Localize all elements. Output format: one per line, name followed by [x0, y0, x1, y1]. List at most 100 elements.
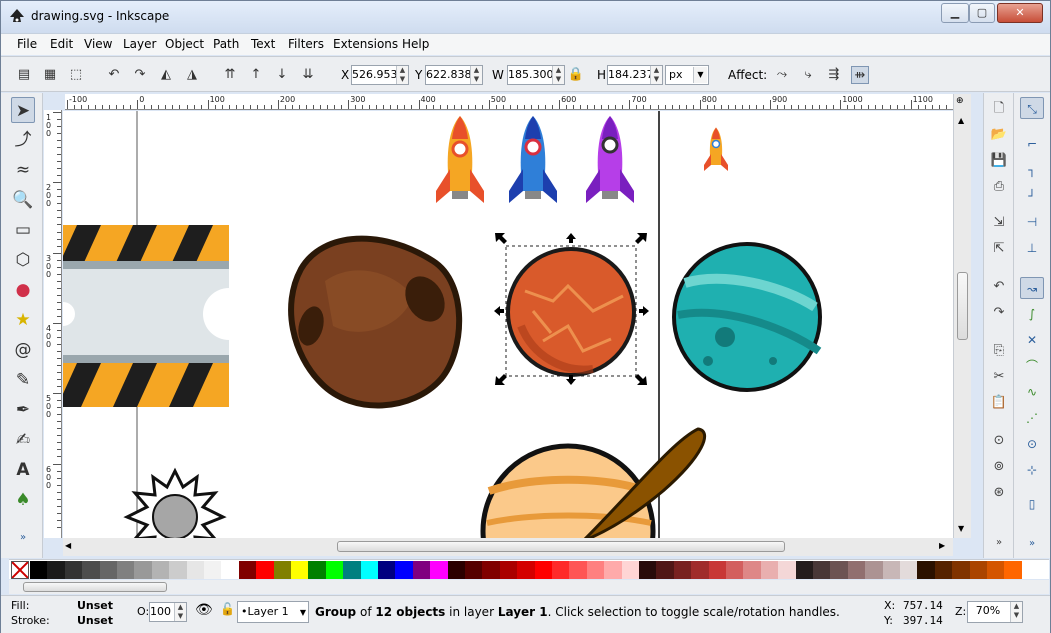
color-swatch[interactable] [726, 561, 744, 579]
color-swatch[interactable] [169, 561, 188, 579]
close-button[interactable]: ✕ [997, 3, 1043, 23]
color-swatch[interactable] [586, 561, 605, 579]
color-swatch[interactable] [47, 561, 66, 579]
color-swatch[interactable] [691, 561, 710, 579]
undo-icon[interactable]: ↶ [989, 277, 1009, 297]
ellipse-tool-icon[interactable]: ● [11, 277, 35, 303]
color-swatch[interactable] [134, 561, 153, 579]
h-stepper-icon[interactable]: ▲ ▼ [650, 66, 662, 84]
snap-bbox-midpoint-icon[interactable]: ⊣ [1020, 211, 1044, 233]
node-tool-icon[interactable]: ⤴ [11, 127, 35, 153]
palette-scrollbar[interactable] [9, 580, 1049, 594]
menu-help[interactable]: Help [402, 37, 429, 51]
opacity-field[interactable]: 100 ▲ ▼ [149, 602, 187, 622]
deselect-icon[interactable]: ⬚ [67, 66, 85, 84]
color-swatch[interactable] [99, 561, 118, 579]
export-icon[interactable]: ⇱ [989, 239, 1009, 259]
pen-tool-icon[interactable]: ✒ [11, 397, 35, 423]
move-patterns-icon[interactable]: ⇻ [851, 66, 869, 84]
vertical-scrollbar[interactable]: ⊕ ▲ ▼ [953, 94, 971, 538]
color-swatch[interactable] [795, 561, 814, 579]
snap-bbox-icon[interactable]: ⌐ [1020, 133, 1044, 155]
zoom-drawing-icon[interactable]: ⊚ [989, 457, 1009, 477]
snap-bbox-corner-icon[interactable]: ┘ [1020, 185, 1044, 207]
text-tool-icon[interactable]: A [11, 457, 35, 483]
color-swatch[interactable] [343, 561, 362, 579]
w-stepper-icon[interactable]: ▲ ▼ [552, 66, 564, 84]
color-swatch[interactable] [778, 561, 797, 579]
unit-select[interactable]: px ▼ [665, 65, 709, 85]
menu-edit[interactable]: Edit [50, 37, 73, 51]
scroll-down-icon[interactable]: ▼ [958, 524, 964, 533]
color-swatch[interactable] [291, 561, 309, 579]
color-swatch[interactable] [847, 561, 866, 579]
menu-text[interactable]: Text [251, 37, 275, 51]
color-swatch[interactable] [934, 561, 953, 579]
color-swatch[interactable] [969, 561, 988, 579]
snap-center-icon[interactable]: ⊙ [1020, 433, 1044, 455]
new-document-icon[interactable]: 🗋 [989, 99, 1009, 119]
scale-stroke-icon[interactable]: ⤳ [773, 66, 791, 84]
scroll-up-icon[interactable]: ▲ [958, 116, 964, 125]
color-swatch[interactable] [204, 561, 222, 579]
color-swatch[interactable] [865, 561, 884, 579]
scale-corners-icon[interactable]: ⤷ [799, 66, 817, 84]
color-swatch[interactable] [900, 561, 918, 579]
move-gradients-icon[interactable]: ⇶ [825, 66, 843, 84]
color-swatch[interactable] [117, 561, 135, 579]
color-swatch[interactable] [30, 561, 48, 579]
lower-to-bottom-icon[interactable]: ⇊ [299, 66, 317, 84]
zoom-tool-icon[interactable]: 🔍 [11, 187, 35, 213]
color-swatch[interactable] [360, 561, 379, 579]
horizontal-scrollbar[interactable]: ◀ ▶ [63, 538, 953, 556]
color-swatch[interactable] [708, 561, 727, 579]
color-swatch[interactable] [1004, 561, 1023, 579]
color-swatch[interactable] [186, 561, 205, 579]
zoom-selection-icon[interactable]: ⊙ [989, 431, 1009, 451]
raise-icon[interactable]: ↑ [247, 66, 265, 84]
color-swatch[interactable] [517, 561, 536, 579]
flip-vertical-icon[interactable]: ◮ [183, 66, 201, 84]
lower-icon[interactable]: ↓ [273, 66, 291, 84]
layer-select[interactable]: •Layer 1 ▼ [237, 601, 309, 623]
star-tool-icon[interactable]: ★ [11, 307, 35, 333]
lock-ratio-icon[interactable]: 🔒 [567, 66, 585, 84]
y-field[interactable]: 622.838 ▲ ▼ [425, 65, 483, 85]
redo-icon[interactable]: ↷ [989, 303, 1009, 323]
open-icon[interactable]: 📂 [989, 125, 1009, 145]
zoom-page-icon[interactable]: ⊛ [989, 483, 1009, 503]
color-swatch[interactable] [987, 561, 1005, 579]
color-swatch[interactable] [256, 561, 275, 579]
save-icon[interactable]: 💾 [989, 151, 1009, 171]
color-swatch[interactable] [64, 561, 83, 579]
more-tools-icon[interactable]: » [11, 525, 35, 551]
color-swatch[interactable] [465, 561, 483, 579]
more-snap-icon[interactable]: » [1020, 533, 1044, 555]
snap-enable-icon[interactable]: ⤡ [1020, 97, 1044, 119]
snap-bbox-edge-icon[interactable]: ┐ [1020, 159, 1044, 181]
color-swatch[interactable] [621, 561, 640, 579]
color-swatch[interactable] [604, 561, 623, 579]
tweak-tool-icon[interactable]: ≈ [11, 157, 35, 183]
x-stepper-icon[interactable]: ▲ ▼ [396, 66, 408, 84]
snap-page-icon[interactable]: ▯ [1020, 493, 1044, 515]
color-swatch[interactable] [378, 561, 396, 579]
w-field[interactable]: 185.300 ▲ ▼ [507, 65, 565, 85]
selector-tool-icon[interactable]: ➤ [11, 97, 35, 123]
raise-to-top-icon[interactable]: ⇈ [221, 66, 239, 84]
zoom-fit-icon[interactable]: ⊕ [956, 96, 964, 106]
maximize-button[interactable]: ▢ [969, 3, 995, 23]
no-paint-swatch[interactable] [11, 561, 29, 579]
snap-bbox-center-icon[interactable]: ⊥ [1020, 237, 1044, 259]
stroke-value[interactable]: Unset [77, 614, 113, 627]
color-swatch[interactable] [82, 561, 101, 579]
color-swatch[interactable] [395, 561, 414, 579]
paste-icon[interactable]: 📋 [989, 393, 1009, 413]
import-icon[interactable]: ⇲ [989, 213, 1009, 233]
snap-smooth-icon[interactable]: ∿ [1020, 381, 1044, 403]
snap-nodes-icon[interactable]: ↝ [1020, 277, 1044, 299]
color-swatch[interactable] [151, 561, 170, 579]
palette-scroll-thumb[interactable] [23, 582, 167, 592]
3dbox-tool-icon[interactable]: ⬡ [11, 247, 35, 273]
spray-tool-icon[interactable]: ♠ [11, 487, 35, 513]
